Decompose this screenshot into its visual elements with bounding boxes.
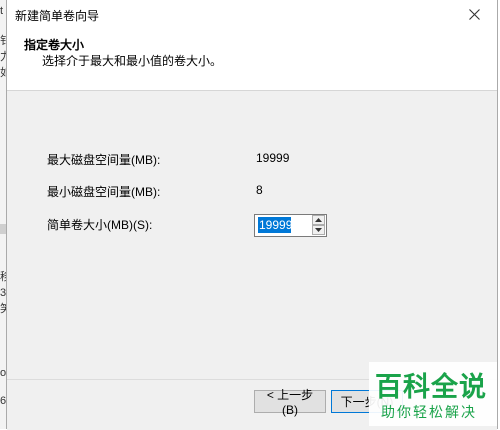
max-space-value: 19999 bbox=[256, 151, 290, 165]
volume-size-label: 简单卷大小(MB)(S): bbox=[47, 218, 153, 232]
volume-size-stepper[interactable]: 19999 bbox=[254, 214, 327, 237]
wizard-content: 最大磁盘空间量(MB): 19999 最小磁盘空间量(MB): 8 简单卷大小(… bbox=[7, 91, 497, 379]
min-space-label: 最小磁盘空间量(MB): bbox=[47, 185, 161, 199]
close-button[interactable] bbox=[451, 0, 497, 28]
close-icon bbox=[468, 8, 480, 20]
chevron-up-icon bbox=[315, 218, 322, 222]
max-space-label: 最大磁盘空间量(MB): bbox=[47, 153, 161, 167]
wizard-header: 指定卷大小 选择介于最大和最小值的卷大小。 bbox=[7, 28, 497, 91]
page-title: 指定卷大小 bbox=[24, 38, 85, 52]
chevron-down-icon bbox=[315, 228, 322, 232]
selected-text: 19999 bbox=[258, 217, 293, 233]
watermark-title: 百科全说 bbox=[375, 372, 487, 402]
increment-button[interactable] bbox=[312, 215, 325, 225]
back-button[interactable]: < 上一步(B) bbox=[254, 388, 326, 417]
min-space-value: 8 bbox=[256, 183, 263, 197]
decrement-button[interactable] bbox=[312, 225, 325, 235]
watermark-logo: 百科全说 助你轻松解决 bbox=[369, 362, 497, 426]
title-bar: 新建简单卷向导 bbox=[7, 0, 497, 28]
window-title: 新建简单卷向导 bbox=[15, 9, 100, 23]
page-subtitle: 选择介于最大和最小值的卷大小。 bbox=[42, 54, 223, 68]
watermark-slogan: 助你轻松解决 bbox=[381, 404, 477, 420]
